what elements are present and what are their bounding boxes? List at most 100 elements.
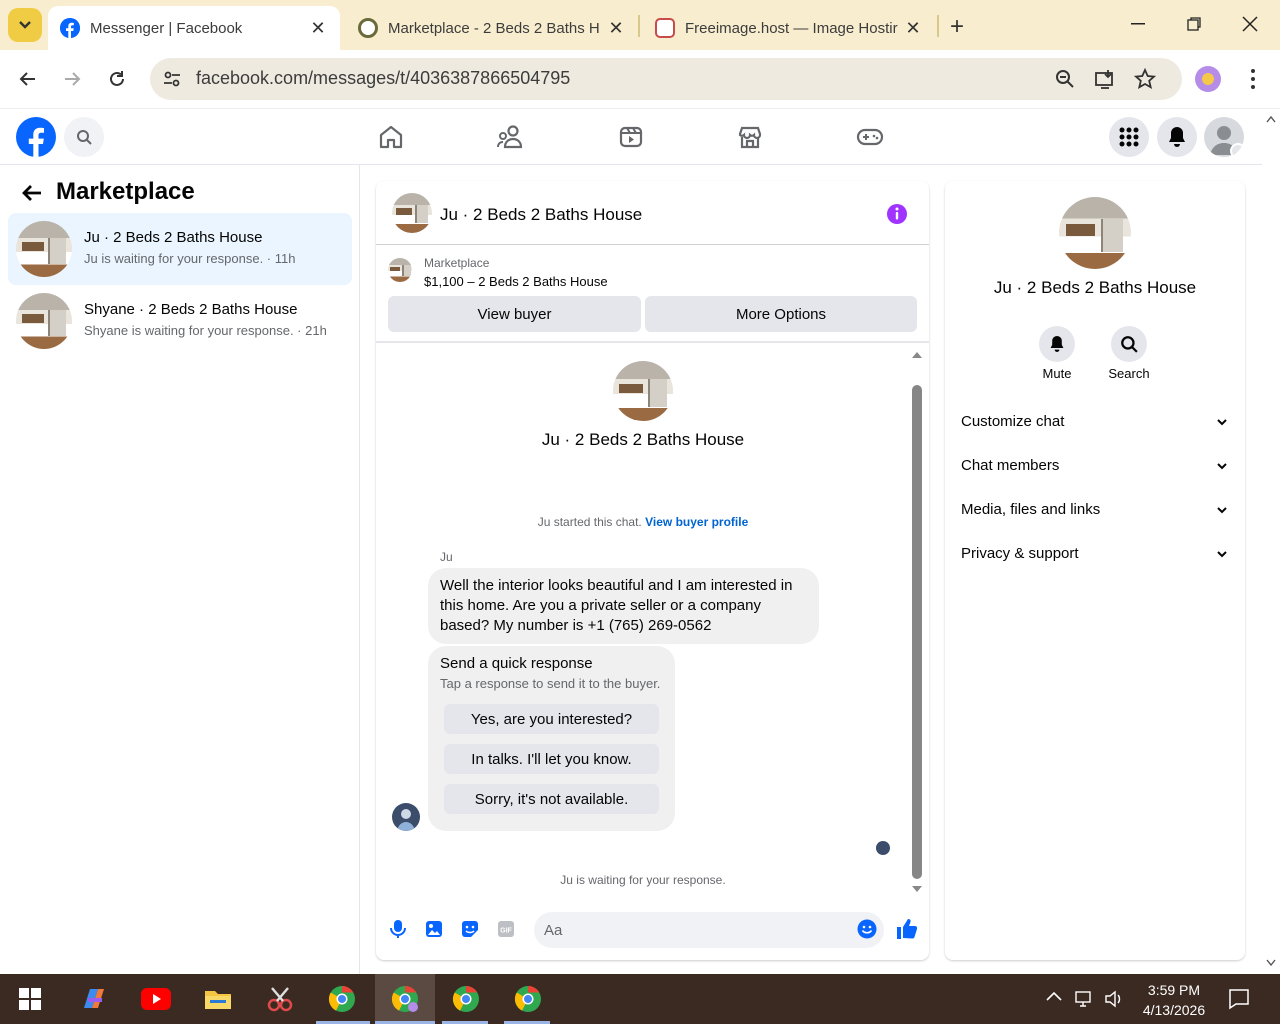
close-icon[interactable]: ✕ [606, 18, 626, 38]
zoom-icon[interactable] [1054, 68, 1076, 90]
more-menu-icon[interactable] [1244, 66, 1262, 92]
system-clock[interactable]: 3:59 PM 4/13/2026 [1128, 980, 1220, 1020]
customize-chat-section[interactable]: Customize chat [961, 413, 1229, 437]
buyer-avatar[interactable] [392, 803, 420, 831]
facebook-logo-icon[interactable] [16, 117, 56, 157]
view-buyer-button[interactable]: View buyer [388, 296, 641, 332]
nav-gaming[interactable] [856, 123, 884, 151]
address-bar[interactable]: facebook.com/messages/t/4036387866504795 [150, 58, 1182, 100]
back-button[interactable] [15, 66, 41, 92]
tab-search-button[interactable] [8, 8, 42, 42]
taskbar-copilot[interactable] [78, 984, 110, 1014]
conversation-item[interactable]: Ju · 2 Beds 2 Baths House Ju is waiting … [8, 213, 352, 285]
quick-response-yes[interactable]: Yes, are you interested? [444, 704, 659, 734]
tab-marketplace[interactable]: Marketplace - 2 Beds 2 Baths H ✕ [346, 6, 638, 50]
taskbar-youtube[interactable] [140, 984, 172, 1014]
gif-button[interactable]: GIF [495, 918, 517, 940]
taskbar-chrome-3[interactable] [450, 984, 482, 1014]
nav-marketplace[interactable] [736, 123, 764, 151]
media-files-links-section[interactable]: Media, files and links [961, 501, 1229, 525]
more-options-button[interactable]: More Options [645, 296, 917, 332]
chrome-icon [391, 985, 418, 1012]
conversation-preview: Shyane is waiting for your response. · 2… [84, 323, 327, 338]
listing-banner: Marketplace $1,100 – 2 Beds 2 Baths Hous… [376, 245, 929, 343]
nav-home[interactable] [377, 123, 405, 151]
section-label: Customize chat [961, 413, 1065, 430]
chat-scrollbar[interactable] [910, 347, 924, 895]
nav-watch[interactable] [617, 123, 645, 151]
tab-divider [937, 15, 939, 37]
page-scrollbar[interactable] [1262, 109, 1280, 974]
browser-tab-strip: Messenger | Facebook ✕ Marketplace - 2 B… [0, 0, 1280, 50]
chevron-down-icon [1217, 507, 1227, 514]
friends-icon [497, 125, 523, 149]
chat-title[interactable]: Ju · 2 Beds 2 Baths House [440, 205, 642, 225]
notifications-button[interactable] [1157, 117, 1197, 157]
tab-freeimage[interactable]: Freeimage.host — Image Hostir ✕ [643, 6, 935, 50]
bell-icon [1169, 127, 1185, 147]
close-window-button[interactable] [1238, 12, 1262, 36]
view-buyer-profile-link[interactable]: View buyer profile [645, 515, 748, 529]
restore-button[interactable] [1182, 12, 1206, 36]
chat-intro-thumbnail [613, 361, 673, 421]
chevron-down-icon [1217, 551, 1227, 558]
facebook-search-button[interactable] [64, 117, 104, 157]
chevron-up-icon[interactable] [1046, 990, 1062, 1002]
start-button[interactable] [14, 984, 46, 1014]
mute-button[interactable]: Mute [1025, 326, 1089, 381]
listing-price[interactable]: $1,100 – 2 Beds 2 Baths House [424, 274, 608, 289]
quick-response-in-talks[interactable]: In talks. I'll let you know. [444, 744, 659, 774]
taskbar-chrome-2[interactable] [389, 984, 421, 1014]
network-icon[interactable] [1074, 990, 1096, 1008]
nav-friends[interactable] [497, 123, 525, 151]
reload-button[interactable] [104, 66, 130, 92]
scrollbar-thumb[interactable] [912, 385, 922, 879]
arrow-left-icon[interactable] [20, 181, 44, 205]
voice-clip-button[interactable] [387, 918, 409, 940]
emoji-button[interactable] [856, 918, 878, 940]
emoji-icon [857, 919, 877, 939]
windows-logo-icon [19, 988, 41, 1010]
new-tab-button[interactable]: + [950, 13, 964, 41]
close-icon[interactable]: ✕ [308, 18, 328, 38]
sticker-button[interactable] [459, 918, 481, 940]
volume-icon[interactable] [1104, 990, 1124, 1008]
quick-response-not-available[interactable]: Sorry, it's not available. [444, 784, 659, 814]
notification-center-icon[interactable] [1228, 988, 1250, 1010]
menu-button[interactable] [1109, 117, 1149, 157]
chat-members-section[interactable]: Chat members [961, 457, 1229, 481]
tab-title: Marketplace - 2 Beds 2 Baths H [388, 19, 600, 37]
info-icon[interactable] [886, 203, 908, 225]
search-conversation-button[interactable]: Search [1097, 326, 1161, 381]
started-text: Ju started this chat. [537, 515, 642, 529]
taskbar-chrome-4[interactable] [512, 984, 544, 1014]
taskbar-chrome-1[interactable] [326, 984, 358, 1014]
privacy-support-section[interactable]: Privacy & support [961, 545, 1229, 569]
forward-button[interactable] [59, 66, 85, 92]
chevron-down-icon [1217, 463, 1227, 470]
site-settings-icon[interactable] [162, 69, 182, 89]
conversation-name: Ju · 2 Beds 2 Baths House [84, 229, 263, 246]
listing-thumbnail[interactable] [392, 193, 432, 233]
section-label: Privacy & support [961, 545, 1079, 562]
tab-messenger[interactable]: Messenger | Facebook ✕ [48, 6, 340, 50]
bookmark-star-icon[interactable] [1134, 68, 1156, 90]
clock-time: 3:59 PM [1147, 982, 1201, 998]
taskbar-file-explorer[interactable] [202, 984, 234, 1014]
like-button[interactable] [896, 918, 918, 940]
seen-indicator-avatar [876, 841, 890, 855]
svg-text:GIF: GIF [500, 928, 512, 935]
thumbs-up-icon [897, 919, 918, 939]
install-app-icon[interactable] [1094, 68, 1116, 90]
minimize-button[interactable] [1126, 12, 1150, 36]
close-icon[interactable]: ✕ [903, 18, 923, 38]
chrome-icon [328, 985, 355, 1012]
folder-icon [205, 991, 231, 1009]
extension-icon[interactable] [1195, 66, 1221, 92]
message-input[interactable] [534, 912, 884, 948]
message-bubble[interactable]: Well the interior looks beautiful and I … [428, 568, 819, 644]
attach-photo-button[interactable] [423, 918, 445, 940]
taskbar-snipping-tool[interactable] [264, 984, 296, 1014]
account-avatar[interactable] [1204, 117, 1244, 157]
conversation-item[interactable]: Shyane · 2 Beds 2 Baths House Shyane is … [8, 285, 352, 357]
